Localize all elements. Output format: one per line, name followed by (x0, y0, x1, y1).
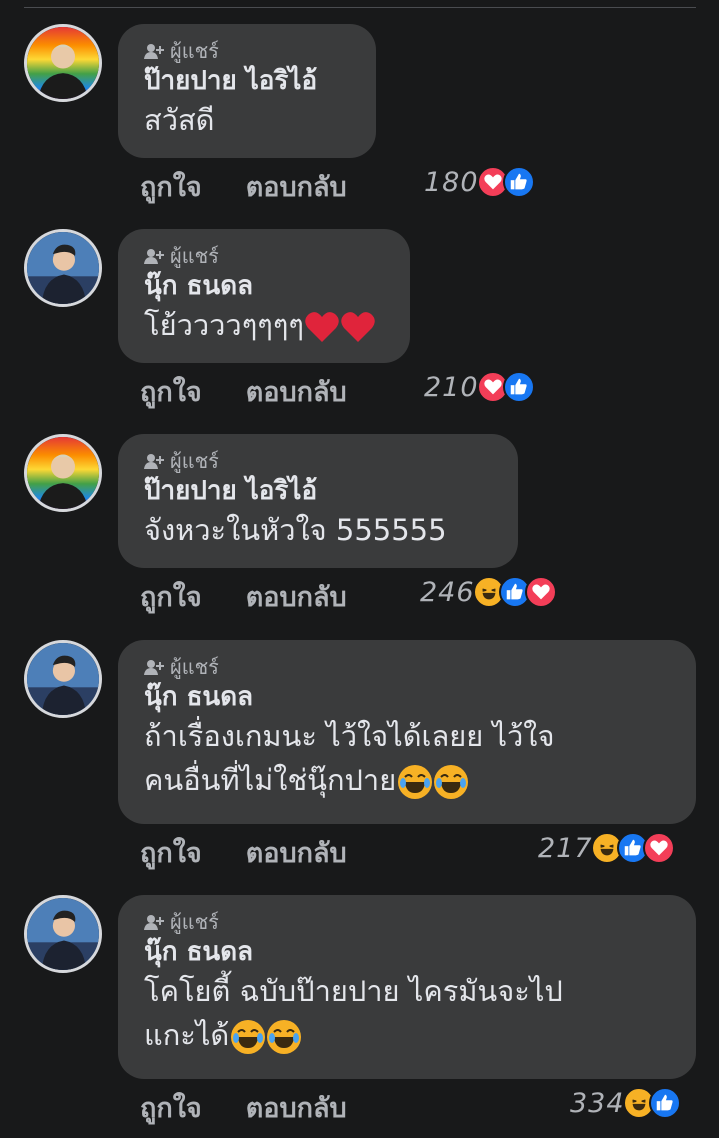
divider (24, 7, 696, 8)
comment-text: แกะได้ (144, 1018, 230, 1052)
reaction-summary[interactable]: 210 (424, 371, 535, 403)
tears-of-joy-emoji (398, 765, 433, 799)
badge-label: ผู้แชร์ (170, 244, 219, 268)
reaction-summary[interactable]: 246 (420, 576, 557, 608)
reaction-count: 180 (424, 166, 479, 198)
reaction-summary[interactable]: 217 (538, 832, 675, 864)
like-icon (502, 166, 535, 198)
red-heart-emoji (341, 312, 375, 342)
like-button[interactable]: ถูกใจ (140, 370, 202, 413)
comment-text-line: โย้ววววๆๆๆๆ (144, 303, 384, 347)
comment-text: โย้ววววๆๆๆๆ (144, 308, 305, 342)
avatar-image (27, 232, 99, 304)
comment-text: ถ้าเรื่องเกมนะ ไว้ใจได้เลยย ไว้ใจ (144, 719, 555, 753)
badge-label: ผู้แชร์ (170, 39, 219, 63)
avatar[interactable] (24, 24, 102, 102)
red-heart-emoji (305, 312, 339, 342)
comment-bubble: ผู้แชร์ ป๊ายปาย ไอริไอ้ สวัสดี (118, 24, 376, 158)
like-button[interactable]: ถูกใจ (140, 575, 202, 618)
heart-icon (642, 832, 675, 864)
comment-text: คนอื่นที่ไม่ใช่นุ๊กปาย (144, 763, 397, 797)
avatar[interactable] (24, 229, 102, 307)
like-button[interactable]: ถูกใจ (140, 1086, 202, 1129)
like-button[interactable]: ถูกใจ (140, 831, 202, 874)
add-person-icon (144, 454, 164, 469)
reaction-count: 210 (424, 371, 479, 403)
heart-icon (524, 576, 557, 608)
add-person-icon (144, 44, 164, 59)
tears-of-joy-emoji (267, 1020, 302, 1054)
comment-actions: ถูกใจ ตอบกลับ (140, 371, 691, 411)
tears-of-joy-emoji (231, 1020, 266, 1054)
author-name[interactable]: นุ๊ก ธนดล (144, 680, 670, 714)
author-name[interactable]: นุ๊ก ธนดล (144, 269, 384, 303)
reaction-summary[interactable]: 334 (570, 1087, 681, 1119)
comment-actions: ถูกใจ ตอบกลับ (140, 576, 691, 616)
add-person-icon (144, 249, 164, 264)
sharer-badge: ผู้แชร์ (144, 654, 670, 680)
comment-bubble: ผู้แชร์ นุ๊ก ธนดล โคโยตี้ ฉบับป๊ายปาย ไค… (118, 895, 696, 1079)
avatar[interactable] (24, 640, 102, 718)
reply-button[interactable]: ตอบกลับ (246, 831, 347, 874)
author-name[interactable]: ป๊ายปาย ไอริไอ้ (144, 64, 350, 98)
avatar-image (27, 643, 99, 715)
author-name[interactable]: ป๊ายปาย ไอริไอ้ (144, 474, 492, 508)
comment-text: โคโยตี้ ฉบับป๊ายปาย ไครมันจะไป (144, 974, 563, 1008)
author-name[interactable]: นุ๊ก ธนดล (144, 935, 670, 969)
reply-button[interactable]: ตอบกลับ (246, 370, 347, 413)
comment-text: สวัสดี (144, 103, 215, 137)
reaction-count: 217 (538, 832, 593, 864)
comment-text: จังหวะในหัวใจ 555555 (144, 513, 447, 547)
like-button[interactable]: ถูกใจ (140, 165, 202, 208)
tears-of-joy-emoji (434, 765, 469, 799)
add-person-icon (144, 660, 164, 675)
reaction-summary[interactable]: 180 (424, 166, 535, 198)
reply-button[interactable]: ตอบกลับ (246, 575, 347, 618)
avatar-image (27, 898, 99, 970)
avatar-image (27, 27, 99, 99)
reply-button[interactable]: ตอบกลับ (246, 1086, 347, 1129)
badge-label: ผู้แชร์ (170, 910, 219, 934)
comment-text-line: แกะได้ (144, 1013, 670, 1057)
sharer-badge: ผู้แชร์ (144, 38, 350, 64)
comment-text-line: คนอื่นที่ไม่ใช่นุ๊กปาย (144, 758, 670, 802)
sharer-badge: ผู้แชร์ (144, 909, 670, 935)
like-icon (502, 371, 535, 403)
badge-label: ผู้แชร์ (170, 655, 219, 679)
avatar[interactable] (24, 895, 102, 973)
sharer-badge: ผู้แชร์ (144, 448, 492, 474)
like-icon (648, 1087, 681, 1119)
avatar[interactable] (24, 434, 102, 512)
sharer-badge: ผู้แชร์ (144, 243, 384, 269)
reaction-count: 246 (420, 576, 475, 608)
comment-bubble: ผู้แชร์ ป๊ายปาย ไอริไอ้ จังหวะในหัวใจ 55… (118, 434, 518, 568)
comment-bubble: ผู้แชร์ นุ๊ก ธนดล ถ้าเรื่องเกมนะ ไว้ใจได… (118, 640, 696, 824)
avatar-image (27, 437, 99, 509)
comment-bubble: ผู้แชร์ นุ๊ก ธนดล โย้ววววๆๆๆๆ (118, 229, 410, 363)
comment-actions: ถูกใจ ตอบกลับ (140, 166, 691, 206)
add-person-icon (144, 915, 164, 930)
reply-button[interactable]: ตอบกลับ (246, 165, 347, 208)
reaction-count: 334 (570, 1087, 625, 1119)
badge-label: ผู้แชร์ (170, 449, 219, 473)
